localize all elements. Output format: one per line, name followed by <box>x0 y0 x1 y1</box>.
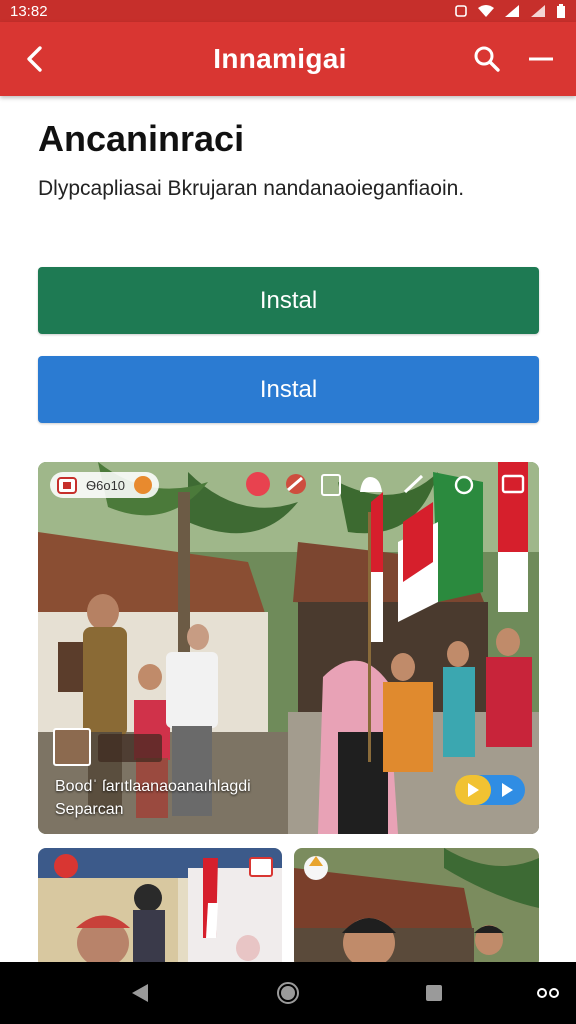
nav-recents-icon <box>426 985 442 1001</box>
status-time: 13:82 <box>10 2 48 20</box>
page-heading: Ancaninraci <box>38 118 245 159</box>
notification-icon <box>455 5 467 17</box>
back-button[interactable] <box>0 22 70 96</box>
link-icon <box>287 476 303 492</box>
install-button-blue[interactable]: Instal <box>38 356 539 423</box>
gallery-card-right[interactable] <box>294 848 539 968</box>
app-title: Innamigai <box>213 43 347 74</box>
nav-extra-icon <box>537 988 559 998</box>
badge-icon <box>134 476 153 494</box>
document-icon <box>321 474 341 496</box>
pen-icon <box>403 474 424 494</box>
play-button[interactable] <box>455 775 525 805</box>
nav-home-button[interactable] <box>268 962 308 1024</box>
back-arrow-icon <box>27 46 42 72</box>
minus-icon <box>529 57 553 61</box>
signal-icon <box>505 5 519 17</box>
menu-button[interactable] <box>514 22 568 96</box>
nav-back-icon <box>132 984 148 1002</box>
gallery-card-right-image <box>294 848 539 968</box>
nav-extra-button[interactable] <box>530 962 566 1024</box>
gallery-card-left[interactable] <box>38 848 282 968</box>
chat-icon <box>501 474 525 494</box>
app-bar: Innamigai <box>0 22 576 96</box>
screen: 13:82 Innamigai Ancaninraci Dlypcapliasa… <box>0 0 576 1024</box>
battery-icon <box>557 3 565 18</box>
nav-back-button[interactable] <box>120 962 160 1024</box>
camera-icon <box>57 477 77 494</box>
feature-toolbar <box>247 474 525 496</box>
nav-recents-button[interactable] <box>414 962 454 1024</box>
heart-icon <box>247 474 269 496</box>
signal-icon-2 <box>531 5 545 17</box>
status-icons <box>454 3 566 19</box>
play-icon <box>468 783 479 797</box>
caption-line-2: Separcan <box>55 801 124 818</box>
gallery-card-left-image <box>38 848 282 968</box>
system-nav-bar <box>0 962 576 1024</box>
feature-caption: Boodˈ ſarıtlaanaoanaıhlagdi Separcan <box>55 775 251 821</box>
feature-pill[interactable]: Ѳ6ᴏ10 <box>50 472 160 498</box>
search-button[interactable] <box>460 22 514 96</box>
avatar-thumbnail[interactable] <box>53 728 91 766</box>
media-thumbnail[interactable] <box>98 734 162 762</box>
wifi-icon <box>478 5 494 17</box>
search-icon <box>474 46 500 72</box>
refresh-icon <box>454 475 474 495</box>
install-button-green[interactable]: Instal <box>38 267 539 334</box>
feature-pill-text: Ѳ6ᴏ10 <box>86 477 126 493</box>
nav-home-icon <box>277 982 299 1004</box>
forward-icon <box>502 783 513 797</box>
page-subtitle: Dlypcapliasai Bkrujaran nandanaoieganfia… <box>38 177 465 200</box>
bell-icon <box>360 477 382 492</box>
caption-line-1: Boodˈ ſarıtlaanaoanaıhlagdi <box>55 778 251 795</box>
status-bar: 13:82 <box>0 0 576 22</box>
